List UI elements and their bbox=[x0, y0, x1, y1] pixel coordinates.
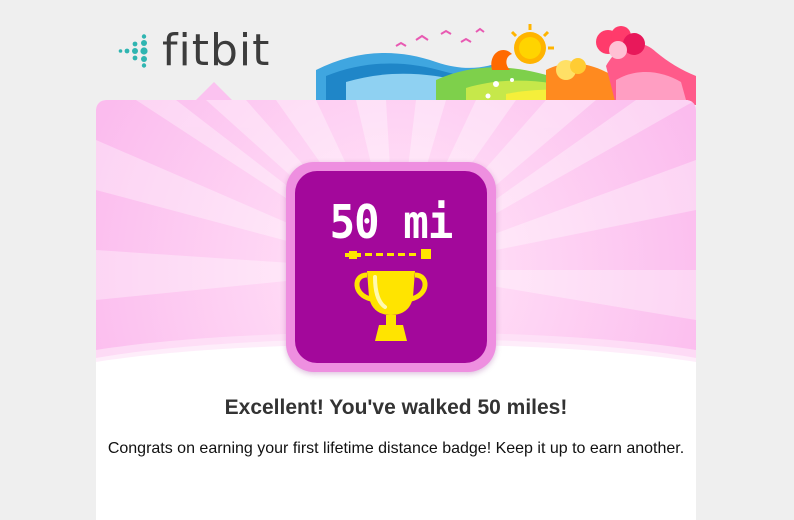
badge-face: 50 mi bbox=[295, 171, 487, 363]
card-pointer bbox=[196, 82, 232, 100]
colorful-landscape-illustration bbox=[316, 24, 696, 105]
trophy-icon bbox=[345, 249, 431, 341]
fitbit-dots-icon bbox=[118, 34, 148, 68]
achievement-title: Excellent! You've walked 50 miles! bbox=[224, 396, 568, 419]
badge-distance-label: 50 mi bbox=[329, 195, 454, 249]
fitbit-wordmark: fitbit bbox=[162, 25, 271, 76]
achievement-message-text: Congrats on earning your first lifetime … bbox=[107, 440, 685, 457]
achievement-message: Congrats on earning your first lifetime … bbox=[96, 438, 696, 460]
distance-badge[interactable]: 50 mi bbox=[286, 162, 496, 372]
email-header: fitbit bbox=[0, 0, 794, 105]
fitbit-logo[interactable]: fitbit bbox=[118, 26, 270, 76]
